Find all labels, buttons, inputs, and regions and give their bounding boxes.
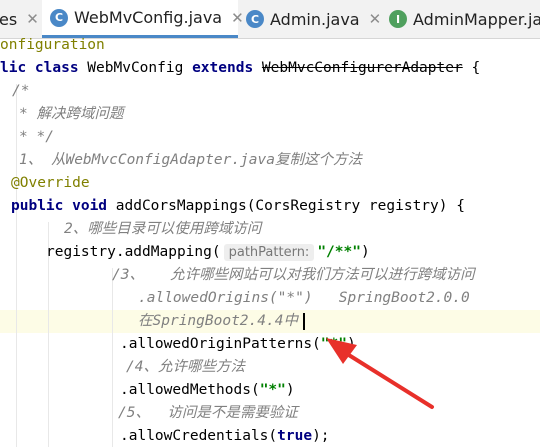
override-annotation: @Override xyxy=(11,175,90,191)
method-call: .allowCredentials( xyxy=(120,428,278,444)
method-call: registry.addMapping( xyxy=(46,244,221,260)
paren: ) xyxy=(347,336,356,352)
paren: ) xyxy=(285,382,295,398)
string-literal: "*" xyxy=(320,336,347,352)
comment-text: 在SpringBoot2.4.4中 xyxy=(138,313,298,329)
code-editor[interactable]: onfiguration lic class WebMvConfig exten… xyxy=(0,38,540,447)
tab-label: WebMvConfig.java xyxy=(74,8,223,27)
code-comment: /5、 访问是不是需要验证 xyxy=(118,405,298,421)
code-comment: /4、允许哪些方法 xyxy=(126,359,245,375)
code-line-method-declaration: public void addCorsMappings(CorsRegistry… xyxy=(11,195,465,218)
editor-tab-bar: es ✕ C WebMvConfig.java ✕ C Admin.java ✕… xyxy=(0,0,540,39)
keyword: lic class xyxy=(0,60,79,76)
tab-adminmapper[interactable]: I AdminMapper.java xyxy=(389,0,540,38)
code-comment: 2、哪些目录可以使用跨域访问 xyxy=(64,221,262,237)
code-comment: /* xyxy=(12,83,30,99)
string-literal: "/**" xyxy=(317,244,361,260)
close-icon[interactable]: ✕ xyxy=(369,10,382,28)
code-comment-current-line: 在SpringBoot2.4.4中 xyxy=(138,310,298,333)
tab-label: AdminMapper.java xyxy=(413,9,540,29)
tab-label: es xyxy=(0,9,18,29)
close-icon[interactable]: ✕ xyxy=(231,9,244,27)
code-line-class-declaration: lic class WebMvConfig extends WebMvcConf… xyxy=(0,57,480,80)
paren: ) xyxy=(360,244,370,260)
code-line-allow-credentials: .allowCredentials(true); xyxy=(120,425,330,447)
code-comment: * 解决跨域问题 xyxy=(19,106,124,122)
indent-guide xyxy=(112,268,113,447)
method-call: .allowedOriginPatterns( xyxy=(120,336,321,352)
indent-guide xyxy=(16,84,17,447)
code-line-allowed-origin-patterns: .allowedOriginPatterns("*") xyxy=(120,333,356,356)
class-file-icon: C xyxy=(246,10,264,28)
text-caret xyxy=(303,313,305,330)
class-file-icon: C xyxy=(50,8,68,27)
brace: { xyxy=(462,60,481,76)
keyword: public void xyxy=(11,198,108,214)
code-comment: * */ xyxy=(19,129,54,145)
deprecated-class: WebMvcConfigurerAdapter xyxy=(261,60,463,76)
close-icon[interactable]: ✕ xyxy=(26,10,39,28)
keyword: true xyxy=(277,428,313,444)
code-comment: .allowedOrigins("*") SpringBoot2.0.0 xyxy=(138,290,470,306)
code-comment: /3、 允许哪些网站可以对我们方法可以进行跨域访问 xyxy=(112,267,475,283)
tab-label: Admin.java xyxy=(270,9,360,29)
tab-webmvconfig[interactable]: C WebMvConfig.java ✕ xyxy=(42,0,244,38)
class-name: WebMvConfig xyxy=(78,60,193,76)
code-line-annotation: onfiguration xyxy=(0,38,105,53)
tab-previous-file[interactable]: es ✕ xyxy=(0,0,39,38)
method-call: .allowedMethods( xyxy=(120,382,260,398)
method-signature: addCorsMappings(CorsRegistry registry) { xyxy=(107,198,465,214)
paren: ); xyxy=(312,428,330,444)
parameter-hint: pathPattern: xyxy=(223,244,315,261)
tab-admin[interactable]: C Admin.java ✕ xyxy=(246,0,381,38)
keyword: extends xyxy=(192,60,254,76)
interface-file-icon: I xyxy=(389,10,407,28)
code-line-allowed-methods: .allowedMethods("*") xyxy=(120,379,295,402)
string-literal: "*" xyxy=(259,382,286,398)
code-line-add-mapping: registry.addMapping(pathPattern: "/**") xyxy=(46,241,370,264)
code-comment: 1、 从WebMvcConfigAdapter.java复制这个方法 xyxy=(19,152,362,168)
